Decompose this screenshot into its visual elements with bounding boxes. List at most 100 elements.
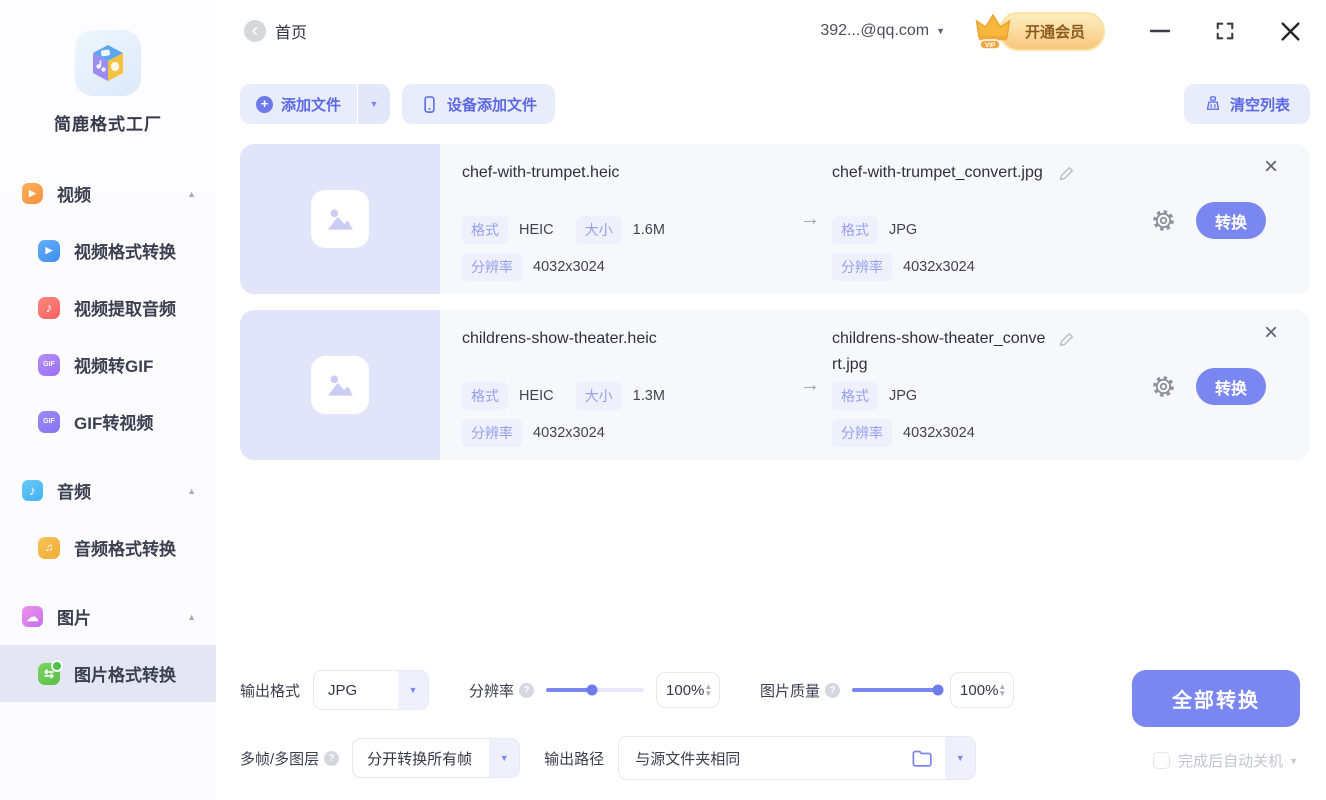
- home-label: 首页: [275, 25, 308, 42]
- minimize-button[interactable]: [1149, 20, 1171, 42]
- audio-convert-icon: [38, 536, 60, 559]
- file-row: childrens-show-theater.heic 格式 HEIC 大小 1…: [240, 310, 1310, 460]
- pencil-icon[interactable]: [1058, 331, 1075, 348]
- collapse-caret-icon[interactable]: [187, 486, 196, 496]
- device-add-file-label: 设备添加文件: [447, 96, 538, 114]
- resolution-slider[interactable]: [546, 684, 645, 696]
- clear-list-button[interactable]: 清空列表: [1183, 84, 1310, 124]
- auto-shutdown-option[interactable]: 完成后自动关机 ▼: [1153, 750, 1298, 771]
- sidebar-menu: 视频 视频格式转换 视频提取音频 视频转GIF GIF转视频 音频: [0, 165, 216, 702]
- slider-handle[interactable]: [932, 684, 944, 696]
- sidebar-item-label: 视频格式转换: [74, 243, 176, 262]
- svg-text:VIP: VIP: [985, 42, 996, 49]
- sidebar-item-label: 视频转GIF: [74, 357, 154, 376]
- resolution-tag: 分辨率: [462, 253, 522, 281]
- sidebar-item-audio-convert[interactable]: 音频格式转换: [0, 519, 216, 576]
- maximize-button[interactable]: [1215, 21, 1235, 41]
- vip-upgrade-button[interactable]: VIP 开通会员: [971, 11, 1105, 51]
- resolution-tag: 分辨率: [832, 419, 892, 447]
- file-settings-button[interactable]: [1151, 374, 1176, 404]
- phone-icon: [424, 95, 435, 113]
- auto-shutdown-checkbox[interactable]: [1153, 752, 1171, 769]
- collapse-caret-icon[interactable]: [187, 189, 196, 199]
- sidebar-item-video[interactable]: 视频: [0, 165, 216, 222]
- sidebar-item-label: 音频格式转换: [74, 540, 176, 559]
- file-settings-button[interactable]: [1151, 208, 1176, 238]
- file-thumbnail[interactable]: [240, 310, 440, 460]
- output-format-value: JPG: [328, 681, 358, 699]
- question-circle-icon[interactable]: [825, 682, 841, 698]
- format-tag: 格式: [462, 216, 508, 244]
- convert-all-button[interactable]: 全部转换: [1132, 670, 1300, 727]
- source-file-info: childrens-show-theater.heic 格式 HEIC 大小 1…: [440, 310, 788, 460]
- gif-to-video-icon: [38, 410, 60, 433]
- auto-shutdown-label: 完成后自动关机: [1178, 753, 1284, 770]
- account-email[interactable]: 392...@qq.com: [820, 22, 929, 40]
- add-file-button[interactable]: + 添加文件: [240, 84, 358, 124]
- convert-button[interactable]: 转换: [1196, 368, 1266, 405]
- video-convert-icon: [38, 239, 60, 262]
- size-tag: 大小: [575, 216, 622, 244]
- sidebar-item-video-extract-audio[interactable]: 视频提取音频: [0, 279, 216, 336]
- device-add-file-button[interactable]: 设备添加文件: [402, 84, 556, 124]
- close-window-button[interactable]: [1279, 20, 1302, 43]
- add-file-label: 添加文件: [281, 96, 342, 114]
- file-row: chef-with-trumpet.heic 格式 HEIC 大小 1.6M 分…: [240, 144, 1310, 294]
- sidebar-item-label: 图片格式转换: [74, 666, 176, 685]
- minimize-icon: [1149, 29, 1171, 33]
- output-format-value: JPG: [889, 388, 918, 404]
- source-format-value: HEIC: [519, 388, 554, 404]
- output-resolution-value: 4032x3024: [903, 259, 975, 275]
- sidebar-item-label: 图片: [57, 609, 91, 628]
- folder-icon[interactable]: [911, 748, 933, 768]
- question-circle-icon[interactable]: [519, 682, 535, 698]
- question-circle-icon[interactable]: [324, 750, 340, 766]
- output-path-value: 与源文件夹相同: [635, 750, 741, 768]
- output-format-value: JPG: [889, 222, 918, 238]
- file-thumbnail[interactable]: [240, 144, 440, 294]
- image-icon: [22, 606, 43, 627]
- broom-icon: [1206, 96, 1220, 110]
- chevron-down-icon: ▼: [489, 739, 520, 777]
- output-path-label: 输出路径: [544, 750, 605, 768]
- maximize-icon: [1216, 22, 1234, 40]
- sidebar-item-video-convert[interactable]: 视频格式转换: [0, 222, 216, 279]
- chevron-down-icon[interactable]: ▼: [936, 26, 945, 36]
- sidebar-item-image-convert[interactable]: 图片格式转换: [0, 645, 216, 702]
- chevron-down-icon[interactable]: ▼: [1289, 756, 1298, 766]
- stepper-arrows-icon[interactable]: ▲ ▼: [704, 683, 712, 698]
- quality-stepper[interactable]: 100% ▲ ▼: [950, 672, 1015, 708]
- remove-file-button[interactable]: ×: [1258, 320, 1284, 346]
- chevron-down-icon[interactable]: ▼: [945, 737, 976, 779]
- collapse-caret-icon[interactable]: [187, 612, 196, 622]
- back-button[interactable]: [244, 20, 266, 42]
- resolution-label: 分辨率: [469, 682, 515, 700]
- sidebar-item-label: GIF转视频: [74, 414, 154, 433]
- pencil-icon[interactable]: [1058, 165, 1075, 182]
- sidebar-item-gif-to-video[interactable]: GIF转视频: [0, 393, 216, 450]
- quality-slider[interactable]: [852, 684, 944, 696]
- source-format-value: HEIC: [519, 222, 554, 238]
- multiframe-select[interactable]: 分开转换所有帧 ▼: [352, 738, 521, 778]
- resolution-stepper[interactable]: 100% ▲ ▼: [656, 672, 721, 708]
- format-tag: 格式: [832, 216, 878, 244]
- stepper-arrows-icon[interactable]: ▲ ▼: [998, 683, 1006, 698]
- remove-file-button[interactable]: ×: [1258, 154, 1284, 180]
- sidebar-item-video-to-gif[interactable]: 视频转GIF: [0, 336, 216, 393]
- output-path-field[interactable]: 与源文件夹相同 ▼: [618, 736, 977, 780]
- sidebar-item-audio[interactable]: 音频: [0, 462, 216, 519]
- app-title: 简鹿格式工厂: [54, 115, 162, 134]
- source-file-info: chef-with-trumpet.heic 格式 HEIC 大小 1.6M 分…: [440, 144, 788, 294]
- settings-panel: 输出格式 JPG ▼ 分辨率 100% ▲▼ 图片质量: [216, 670, 1326, 800]
- crown-icon: VIP: [975, 13, 1011, 50]
- add-file-button-group: + 添加文件 ▼: [240, 84, 391, 124]
- source-size-value: 1.6M: [632, 222, 665, 238]
- sidebar-item-image[interactable]: 图片: [0, 588, 216, 645]
- output-format-select[interactable]: JPG ▼: [313, 670, 430, 710]
- image-convert-icon: [38, 659, 63, 685]
- convert-button[interactable]: 转换: [1196, 202, 1266, 239]
- sidebar-item-label: 视频: [57, 186, 91, 205]
- slider-handle[interactable]: [586, 684, 598, 696]
- sidebar-item-label: 音频: [57, 483, 91, 502]
- add-file-dropdown-caret[interactable]: ▼: [358, 84, 391, 124]
